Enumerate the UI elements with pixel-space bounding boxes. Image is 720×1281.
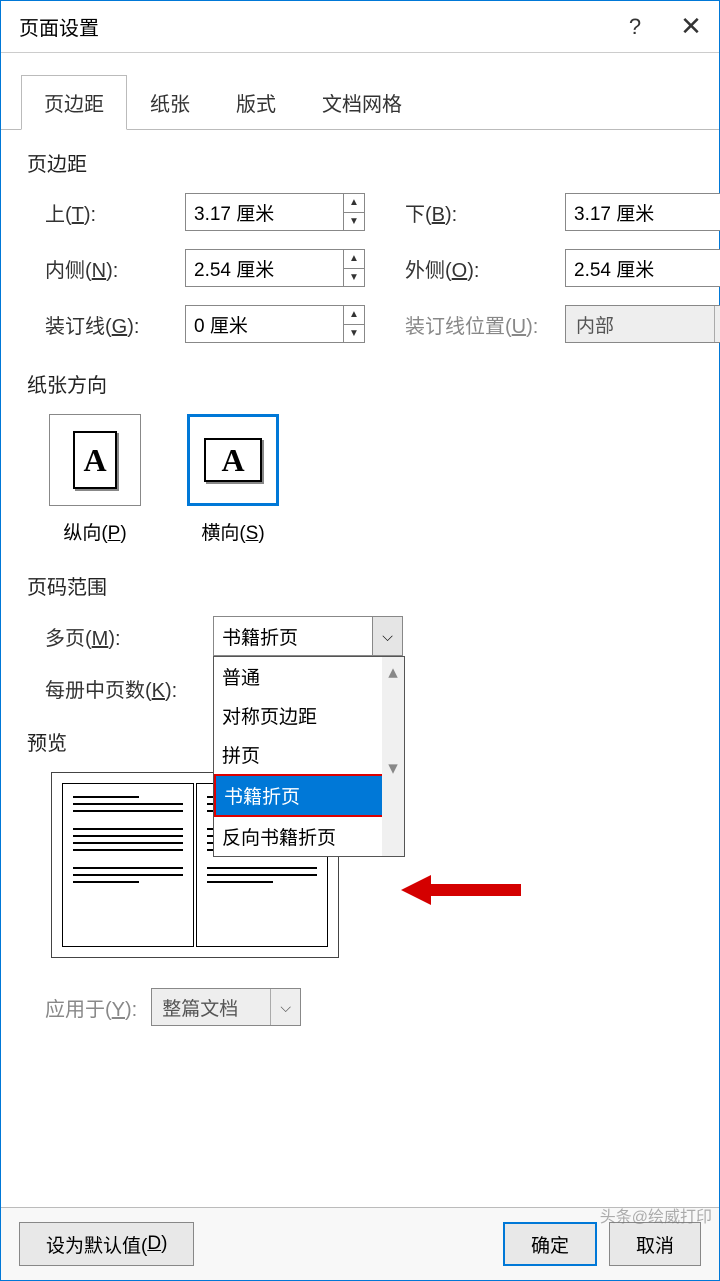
tab-bar: 页边距 纸张 版式 文档网格	[1, 53, 719, 130]
chevron-down-icon: ⌵	[714, 306, 720, 342]
outside-spinner[interactable]: ▲▼	[565, 249, 720, 287]
spin-down-icon[interactable]: ▼	[344, 213, 364, 231]
top-label: 上(T):	[45, 198, 185, 227]
top-spinner[interactable]: ▲▼	[185, 193, 365, 231]
multipage-combo[interactable]: 书籍折页 ⌵ 普通 对称页边距 拼页 书籍折页 反向书籍折页 ▴▾	[213, 616, 403, 656]
preview-page-left	[62, 783, 194, 947]
orientation-group: A 纵向(P) A 横向(S)	[49, 414, 693, 545]
tab-paper[interactable]: 纸张	[127, 75, 213, 130]
scroll-down-icon[interactable]: ▾	[380, 757, 406, 853]
sheets-label: 每册中页数(K):	[45, 674, 213, 703]
dialog-title: 页面设置	[19, 12, 607, 41]
applyto-value: 整篇文档	[152, 994, 270, 1021]
multipage-value: 书籍折页	[214, 623, 372, 650]
orientation-section-title: 纸张方向	[27, 369, 693, 398]
tab-grid[interactable]: 文档网格	[299, 75, 425, 130]
tab-layout[interactable]: 版式	[213, 75, 299, 130]
option-reverse-bookfold[interactable]: 反向书籍折页	[214, 817, 404, 856]
margins-grid: 上(T): ▲▼ 下(B): ▲▼ 内侧(N): ▲▼ 外侧(O): ▲▼	[45, 193, 693, 343]
pagerange-section-title: 页码范围	[27, 571, 693, 600]
dropdown-scrollbar[interactable]: ▴▾	[382, 657, 404, 856]
option-bookfold[interactable]: 书籍折页	[214, 774, 404, 817]
page-setup-dialog: 页面设置 ? ✕ 页边距 纸张 版式 文档网格 页边距 上(T): ▲▼ 下(B…	[0, 0, 720, 1281]
top-input[interactable]	[186, 194, 343, 230]
outside-input[interactable]	[566, 250, 720, 286]
scroll-up-icon[interactable]: ▴	[380, 661, 406, 757]
tab-margins[interactable]: 页边距	[21, 75, 127, 130]
help-button[interactable]: ?	[607, 14, 663, 40]
pagerange-section: 多页(M): 书籍折页 ⌵ 普通 对称页边距 拼页 书籍折页 反向书籍折页 ▴▾…	[45, 616, 693, 703]
option-mirror[interactable]: 对称页边距	[214, 696, 404, 735]
margins-section-title: 页边距	[27, 148, 693, 177]
gutter-label: 装订线(G):	[45, 310, 185, 339]
gutterpos-select: 内部 ⌵	[565, 305, 720, 343]
chevron-down-icon[interactable]: ⌵	[270, 989, 300, 1025]
spin-down-icon[interactable]: ▼	[344, 325, 364, 343]
orientation-landscape[interactable]: A 横向(S)	[187, 414, 279, 545]
portrait-icon: A	[73, 431, 117, 489]
orientation-portrait[interactable]: A 纵向(P)	[49, 414, 141, 545]
cancel-button[interactable]: 取消	[609, 1222, 701, 1266]
landscape-label: 横向(S)	[201, 518, 264, 545]
multipage-label: 多页(M):	[45, 622, 213, 651]
gutter-input[interactable]	[186, 306, 343, 342]
spin-up-icon[interactable]: ▲	[344, 194, 364, 213]
annotation-arrow-icon	[401, 870, 521, 915]
option-normal[interactable]: 普通	[214, 657, 404, 696]
gutterpos-value: 内部	[566, 311, 714, 338]
multipage-dropdown: 普通 对称页边距 拼页 书籍折页 反向书籍折页 ▴▾	[213, 656, 405, 857]
bottom-spinner[interactable]: ▲▼	[565, 193, 720, 231]
set-default-button[interactable]: 设为默认值(D)	[19, 1222, 194, 1266]
inside-input[interactable]	[186, 250, 343, 286]
spin-up-icon[interactable]: ▲	[344, 250, 364, 269]
landscape-icon: A	[204, 438, 262, 482]
portrait-label: 纵向(P)	[63, 518, 126, 545]
tab-content: 页边距 上(T): ▲▼ 下(B): ▲▼ 内侧(N): ▲▼ 外侧(O):	[1, 130, 719, 1207]
bottom-input[interactable]	[566, 194, 720, 230]
spin-up-icon[interactable]: ▲	[344, 306, 364, 325]
gutterpos-label: 装订线位置(U):	[405, 310, 565, 339]
spin-down-icon[interactable]: ▼	[344, 269, 364, 287]
bottom-label: 下(B):	[405, 198, 565, 227]
applyto-label: 应用于(Y):	[45, 993, 137, 1022]
chevron-down-icon[interactable]: ⌵	[372, 617, 402, 655]
button-bar: 设为默认值(D) 确定 取消	[1, 1207, 719, 1280]
option-twoup[interactable]: 拼页	[214, 735, 404, 774]
inside-spinner[interactable]: ▲▼	[185, 249, 365, 287]
titlebar: 页面设置 ? ✕	[1, 1, 719, 53]
apply-to-section: 应用于(Y): 整篇文档 ⌵	[45, 988, 693, 1026]
ok-button[interactable]: 确定	[503, 1222, 597, 1266]
outside-label: 外侧(O):	[405, 254, 565, 283]
inside-label: 内侧(N):	[45, 254, 185, 283]
applyto-select[interactable]: 整篇文档 ⌵	[151, 988, 301, 1026]
gutter-spinner[interactable]: ▲▼	[185, 305, 365, 343]
close-button[interactable]: ✕	[663, 11, 719, 42]
